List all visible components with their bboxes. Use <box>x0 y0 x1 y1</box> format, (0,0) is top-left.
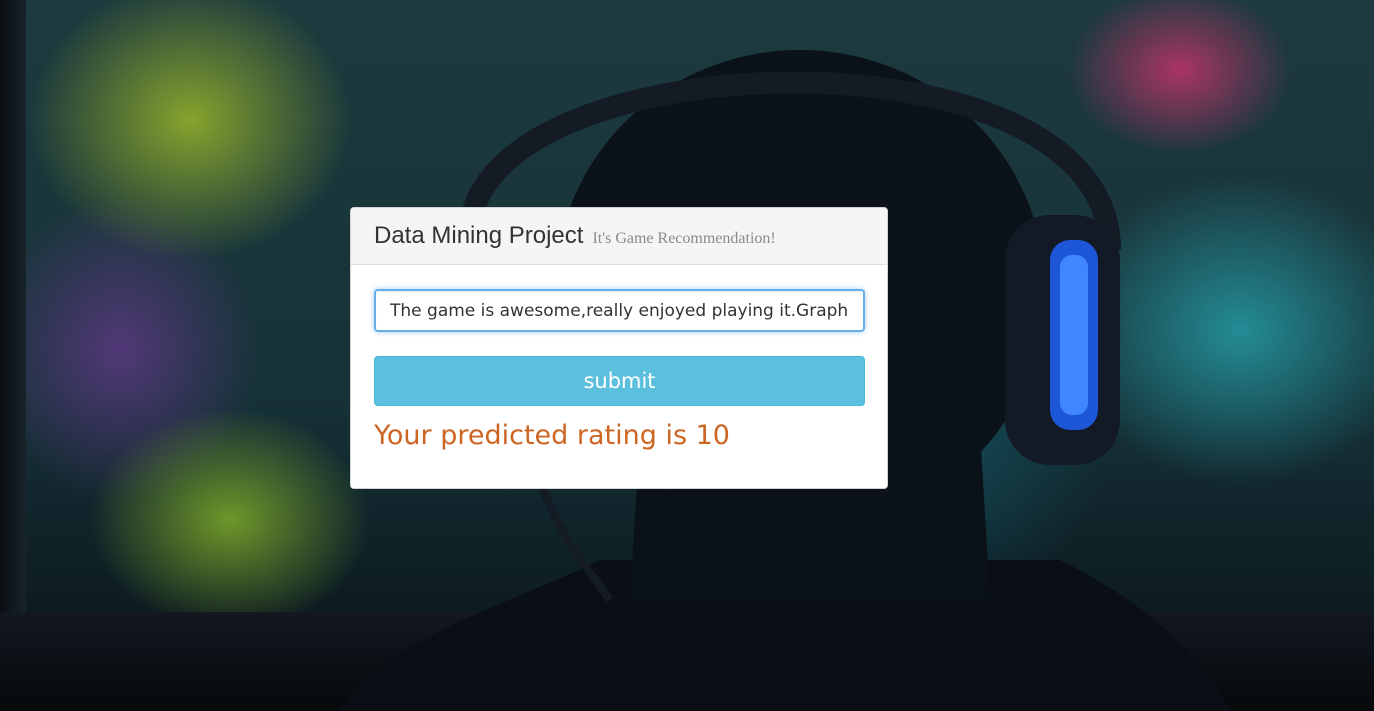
panel-body: submit Your predicted rating is 10 <box>351 265 887 451</box>
review-input[interactable] <box>374 289 865 332</box>
page-title: Data Mining Project <box>374 222 584 249</box>
predicted-rating-text: Your predicted rating is 10 <box>374 420 730 451</box>
page-subtitle: It's Game Recommendation! <box>592 229 776 247</box>
panel-heading: Data Mining Project It's Game Recommenda… <box>351 208 887 265</box>
submit-button[interactable]: submit <box>374 356 865 406</box>
main-panel: Data Mining Project It's Game Recommenda… <box>350 207 888 489</box>
